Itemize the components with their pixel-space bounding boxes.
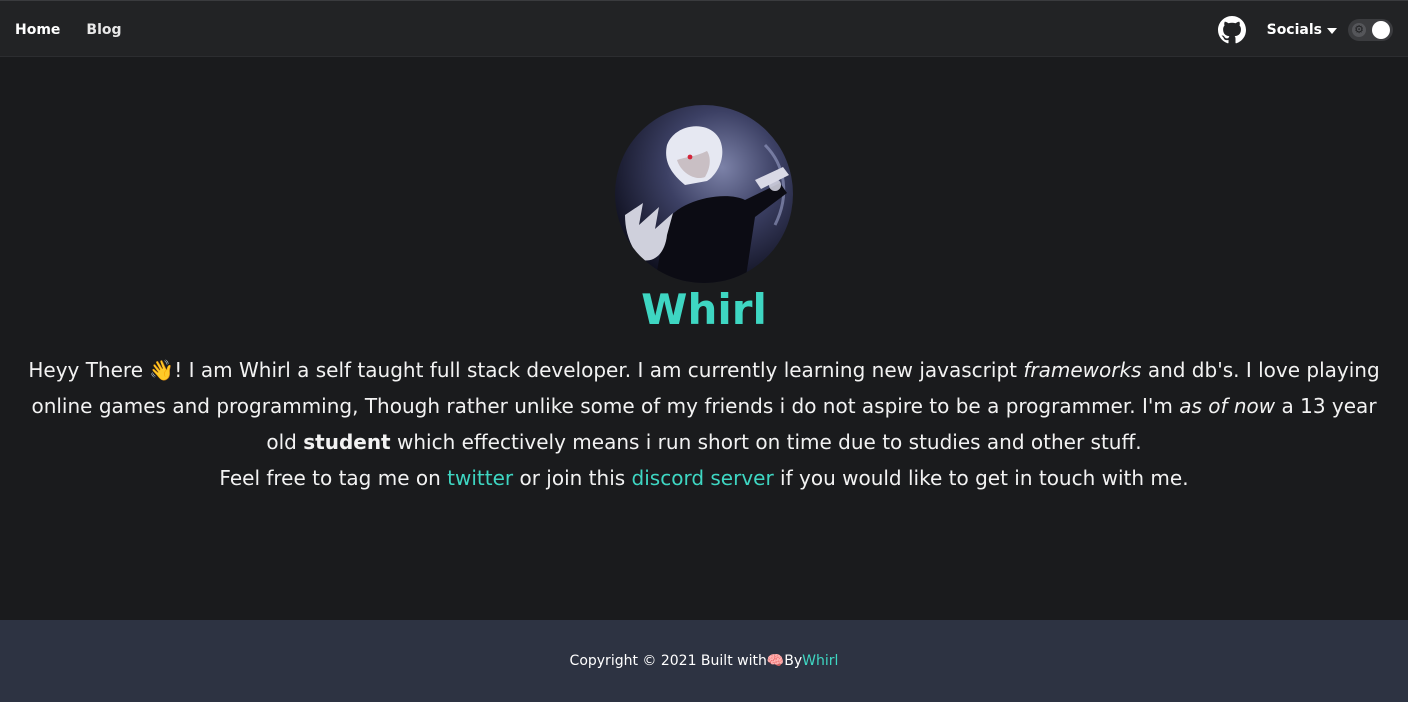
top-navbar: Home Blog Socials ⚙	[0, 0, 1408, 57]
hero-section: Whirl Heyy There 👋! I am Whirl a self ta…	[0, 57, 1408, 620]
bio-emphasis: frameworks	[1023, 358, 1142, 382]
bio-part: if you would like to get in touch with m…	[773, 466, 1189, 490]
nav-home-link[interactable]: Home	[15, 22, 60, 38]
footer: Copyright © 2021 Built with 🧠 By Whirl	[0, 620, 1408, 702]
bio-part: which effectively means i run short on t…	[390, 430, 1142, 454]
bio-emphasis: as of now	[1179, 394, 1276, 418]
bio-part: or join this	[513, 466, 632, 490]
avatar	[615, 105, 793, 283]
wave-emoji: 👋	[149, 358, 175, 382]
socials-dropdown[interactable]: Socials	[1267, 22, 1337, 38]
bio-part: Feel free to tag me on	[219, 466, 448, 490]
theme-toggle[interactable]: ⚙	[1348, 18, 1393, 41]
footer-whirl-link[interactable]: Whirl	[802, 653, 838, 669]
twitter-link[interactable]: twitter	[447, 466, 513, 490]
nav-links: Home Blog	[15, 1, 122, 58]
bio-part: ! I am Whirl a self taught full stack de…	[174, 358, 1024, 382]
bio-text: Heyy There 👋! I am Whirl a self taught f…	[18, 352, 1390, 496]
nav-blog-link[interactable]: Blog	[86, 22, 121, 38]
github-icon[interactable]	[1217, 15, 1246, 44]
bio-part: Heyy There	[28, 358, 150, 382]
gear-icon: ⚙	[1352, 22, 1366, 37]
socials-label: Socials	[1266, 21, 1322, 38]
avatar-image	[615, 105, 793, 283]
footer-text: By	[784, 653, 803, 669]
nav-actions: Socials ⚙	[1217, 1, 1393, 58]
brain-emoji: 🧠	[766, 653, 785, 669]
discord-link[interactable]: discord server	[632, 466, 774, 490]
bio-strong: student	[303, 430, 391, 454]
toggle-knob	[1372, 20, 1390, 39]
profile-name: Whirl	[641, 285, 767, 334]
footer-text: Copyright © 2021 Built with	[569, 653, 767, 669]
chevron-down-icon	[1327, 27, 1337, 34]
